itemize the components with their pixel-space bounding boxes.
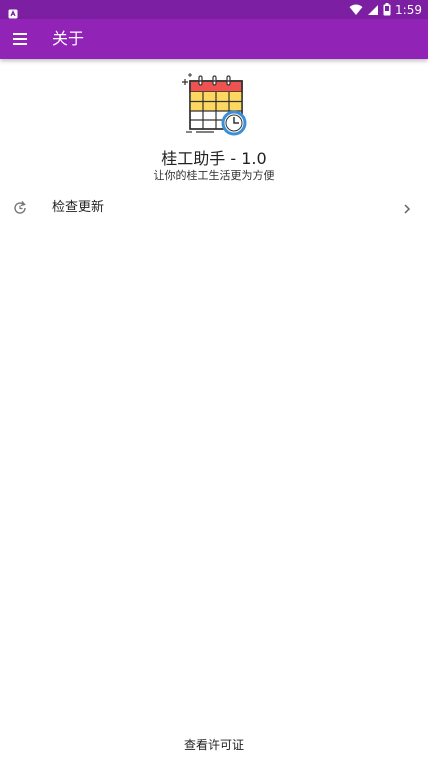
menu-icon[interactable] xyxy=(10,27,34,51)
signal-icon xyxy=(367,4,379,16)
status-time: 1:59 xyxy=(395,2,422,17)
view-license-link[interactable]: 查看许可证 xyxy=(0,736,428,753)
battery-icon xyxy=(383,3,391,16)
status-bar: 1:59 xyxy=(0,0,428,19)
app-slogan: 让你的桂工生活更为方便 xyxy=(153,169,275,182)
status-icons: 1:59 xyxy=(349,0,422,19)
page-title: 关于 xyxy=(52,29,85,48)
notification-icon xyxy=(8,4,18,19)
check-update-item[interactable]: 检查更新 xyxy=(0,192,428,224)
app-name: 桂工助手 - 1.0 xyxy=(161,149,267,168)
app-bar: 关于 xyxy=(0,19,428,59)
calendar-clock-icon xyxy=(178,71,248,139)
chevron-right-icon xyxy=(400,201,414,215)
check-update-label: 检查更新 xyxy=(52,200,105,215)
about-screen: 1:59 关于 桂工助手 - 1.0 让你的桂工生活更为方便 检查更新 查看许可… xyxy=(0,0,428,763)
refresh-icon xyxy=(12,200,28,216)
wifi-icon xyxy=(349,4,363,16)
